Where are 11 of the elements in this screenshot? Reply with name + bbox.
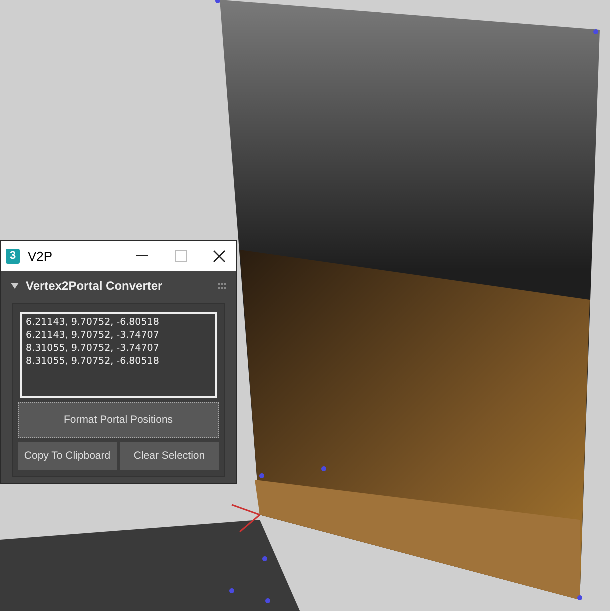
copy-to-clipboard-button[interactable]: Copy To Clipboard (18, 442, 117, 470)
rollout-title: Vertex2Portal Converter (26, 279, 163, 293)
app-icon: 3 (6, 248, 20, 264)
positions-text-area[interactable]: 6.21143, 9.70752, -6.80518 6.21143, 9.70752, -3.74707 8.31055, 9.70752, -3.74707 8.31055, 9.70752, -6.80518 (20, 312, 217, 398)
rollout-header[interactable]: Vertex2Portal Converter (7, 275, 230, 297)
clear-selection-button[interactable]: Clear Selection (120, 442, 219, 470)
window-title: V2P (28, 248, 53, 264)
grip-icon[interactable] (218, 283, 226, 289)
close-icon[interactable] (213, 250, 226, 262)
collapse-arrow-icon[interactable] (11, 282, 19, 290)
format-portal-positions-button[interactable]: Format Portal Positions (18, 402, 219, 438)
